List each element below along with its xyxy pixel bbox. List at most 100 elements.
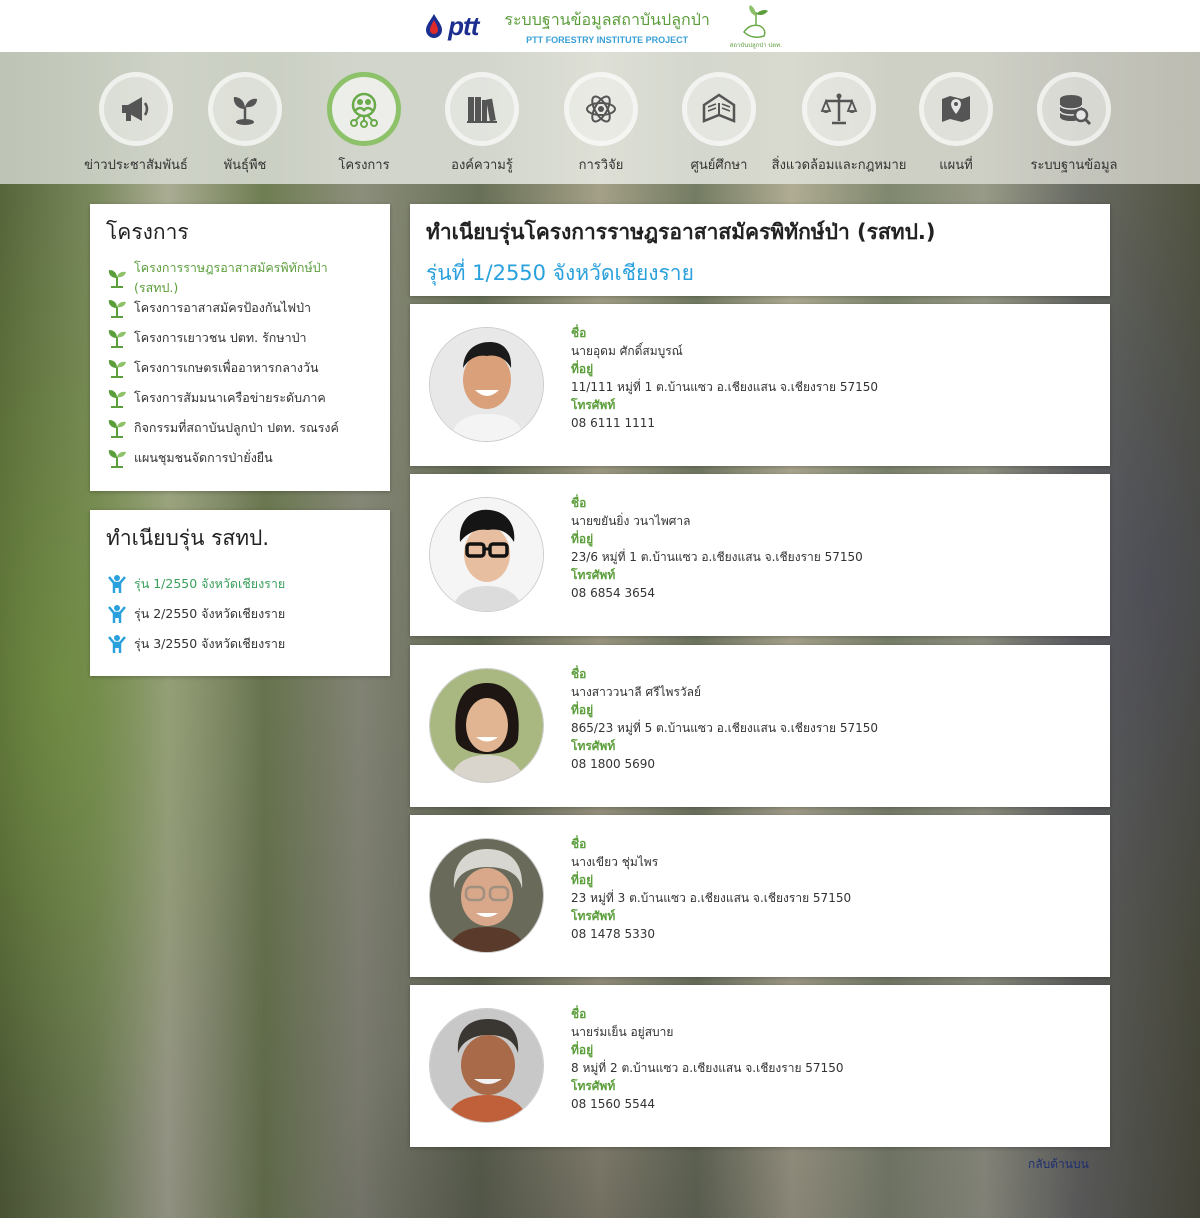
phone-label: โทรศัพท์ (571, 739, 616, 753)
member-photo (429, 838, 544, 953)
nav-label: พันธุ์พืช (223, 158, 267, 173)
sprout-icon (108, 390, 126, 408)
ptt-drop-icon (426, 14, 443, 38)
nav-item-map[interactable]: แผนที่ (891, 72, 1021, 175)
name-label: ชื่อ (571, 837, 587, 851)
member-phone: 08 6854 3654 (571, 586, 655, 600)
member-photo (429, 497, 544, 612)
member-info: ชื่อ นางสาววนาลี ศรีไพรวัลย์ ที่อยู่ 865… (571, 665, 878, 773)
member-card: ชื่อ นายอุดม ศักดิ์สมบูรณ์ ที่อยู่ 11/11… (410, 304, 1110, 466)
books-icon (467, 97, 497, 123)
member-phone: 08 1560 5544 (571, 1097, 655, 1111)
avatar-elderly-woman-icon (430, 839, 543, 952)
generations-panel: ทำเนียบรุ่น รสทป. รุ่น 1/2550 จังหวัดเชี… (90, 510, 390, 676)
sidebar-item-label: โครงการเกษตรเพื่ออาหารกลางวัน (134, 360, 319, 375)
nav-item-projects[interactable]: โครงการ (299, 72, 429, 175)
sidebar-item-project[interactable]: โครงการราษฎรอาสาสมัครพิทักษ์ป่า (รสทป.) (106, 260, 374, 295)
member-address: 8 หมู่ที่ 2 ต.บ้านแซว อ.เชียงแสน จ.เชียง… (571, 1061, 844, 1075)
member-address: 23/6 หมู่ที่ 1 ต.บ้านแซว อ.เชียงแสน จ.เช… (571, 550, 863, 564)
sprout-icon (108, 450, 126, 468)
sidebar-item-label: โครงการเยาวชน ปตท. รักษาป่า (134, 330, 307, 345)
member-name: นายอุดม ศักดิ์สมบูรณ์ (571, 344, 683, 358)
member-info: ชื่อ นายขยันยิ่ง วนาไพศาล ที่อยู่ 23/6 ห… (571, 494, 863, 602)
member-info: ชื่อ นายร่มเย็น อยู่สบาย ที่อยู่ 8 หมู่ท… (571, 1005, 843, 1113)
megaphone-icon (122, 97, 149, 121)
member-name: นายร่มเย็น อยู่สบาย (571, 1025, 674, 1039)
phone-label: โทรศัพท์ (571, 398, 616, 412)
member-photo (429, 327, 544, 442)
sidebar-item-generation[interactable]: รุ่น 2/2550 จังหวัดเชียงราย (106, 599, 374, 629)
sidebar-item-project[interactable]: กิจกรรมที่สถาบันปลูกป่า ปตท. รณรงค์ (106, 413, 374, 443)
name-label: ชื่อ (571, 496, 587, 510)
member-phone: 08 1800 5690 (571, 757, 655, 771)
member-card: ชื่อ นายร่มเย็น อยู่สบาย ที่อยู่ 8 หมู่ท… (410, 985, 1110, 1147)
ptt-wordmark: ptt (448, 10, 479, 41)
sidebar-item-label: รุ่น 3/2550 จังหวัดเชียงราย (134, 636, 286, 651)
sidebar-item-label: รุ่น 2/2550 จังหวัดเชียงราย (134, 606, 286, 621)
member-address: 865/23 หมู่ที่ 5 ต.บ้านแซว อ.เชียงแสน จ.… (571, 721, 879, 735)
member-card: ชื่อ นางเขียว ชุ่มไพร ที่อยู่ 23 หมู่ที่… (410, 815, 1110, 977)
site-title: ระบบฐานข้อมูลสถาบันปลูกป่า PTT FORESTRY … (504, 8, 709, 45)
projects-panel-title: โครงการ (106, 220, 189, 244)
nav-item-plants[interactable]: พันธุ์พืช (180, 72, 310, 175)
member-phone: 08 6111 1111 (571, 416, 655, 430)
member-info: ชื่อ นางเขียว ชุ่มไพร ที่อยู่ 23 หมู่ที่… (571, 835, 851, 943)
sidebar-item-label: โครงการสัมมนาเครือข่ายระดับภาค (134, 390, 326, 405)
page-subtitle: รุ่นที่ 1/2550 จังหวัดเชียงราย (426, 261, 694, 285)
sidebar-item-label: โครงการราษฎรอาสาสมัครพิทักษ์ป่า (รสทป.) (134, 260, 328, 295)
name-label: ชื่อ (571, 326, 587, 340)
person-arms-up-icon (108, 605, 126, 623)
nav-item-database[interactable]: ระบบฐานข้อมูล (1009, 72, 1139, 175)
member-name: นางเขียว ชุ่มไพร (571, 855, 659, 869)
sidebar-item-project[interactable]: โครงการสัมมนาเครือข่ายระดับภาค (106, 383, 374, 413)
nav-label: สิ่งแวดล้อมและกฎหมาย (771, 158, 907, 173)
nav-label: แผนที่ (939, 158, 973, 173)
site-title-thai: ระบบฐานข้อมูลสถาบันปลูกป่า (504, 9, 710, 29)
avatar-young-man-icon (430, 328, 543, 441)
nav-label: ศูนย์ศึกษา (690, 158, 748, 173)
open-book-icon (702, 93, 736, 123)
sidebar-item-label: โครงการอาสาสมัครป้องกันไฟป่า (134, 300, 312, 315)
projects-panel: โครงการ โครงการราษฎรอาสาสมัครพิทักษ์ป่า … (90, 204, 390, 491)
phone-label: โทรศัพท์ (571, 568, 616, 582)
nav-label: การวิจัย (578, 158, 624, 173)
nav-label: องค์ความรู้ (451, 158, 513, 173)
member-card: ชื่อ นายขยันยิ่ง วนาไพศาล ที่อยู่ 23/6 ห… (410, 474, 1110, 636)
sidebar-item-project[interactable]: โครงการเกษตรเพื่ออาหารกลางวัน (106, 353, 374, 383)
main-nav: ข่าวประชาสัมพันธ์ พันธุ์พืช โครงการ องค์… (0, 52, 1200, 184)
sidebar-item-generation[interactable]: รุ่น 3/2550 จังหวัดเชียงราย (106, 629, 374, 659)
sidebar-item-project[interactable]: แผนชุมชนจัดการป่ายั่งยืน (106, 443, 374, 473)
sidebar-item-generation[interactable]: รุ่น 1/2550 จังหวัดเชียงราย (106, 569, 374, 599)
sidebar-item-project[interactable]: โครงการเยาวชน ปตท. รักษาป่า (106, 323, 374, 353)
hand-sprout-icon (742, 5, 768, 38)
sprout-icon (108, 360, 126, 378)
nav-item-research[interactable]: การวิจัย (536, 72, 666, 175)
sprout-icon (108, 330, 126, 348)
phone-label: โทรศัพท์ (571, 1079, 616, 1093)
member-phone: 08 1478 5330 (571, 927, 655, 941)
nav-item-environment-law[interactable]: สิ่งแวดล้อมและกฎหมาย (771, 72, 907, 175)
generations-list: รุ่น 1/2550 จังหวัดเชียงราย รุ่น 2/2550 … (106, 569, 374, 659)
sprout-icon (233, 97, 257, 125)
sprout-icon (108, 300, 126, 318)
nav-item-knowledge[interactable]: องค์ความรู้ (417, 72, 547, 175)
member-photo (429, 668, 544, 783)
nav-item-study-center[interactable]: ศูนย์ศึกษา (654, 72, 784, 175)
sidebar-item-label: กิจกรรมที่สถาบันปลูกป่า ปตท. รณรงค์ (134, 420, 339, 435)
map-icon (942, 96, 970, 122)
sidebar-item-label: แผนชุมชนจัดการป่ายั่งยืน (134, 450, 273, 465)
sprout-icon (108, 420, 126, 438)
back-to-top-link[interactable]: กลับด้านบน (1028, 1155, 1089, 1174)
nav-label: ระบบฐานข้อมูล (1030, 158, 1118, 173)
member-photo (429, 1008, 544, 1123)
nav-label: โครงการ (338, 158, 390, 173)
institute-logo-caption: สถาบันปลูกป่า ปตท. (729, 42, 783, 49)
atom-icon (586, 95, 616, 123)
member-name: นางสาววนาลี ศรีไพรวัลย์ (571, 685, 702, 699)
address-label: ที่อยู่ (571, 873, 594, 887)
ptt-logo[interactable]: ptt (424, 10, 479, 42)
people-network-icon (350, 92, 378, 128)
member-info: ชื่อ นายอุดม ศักดิ์สมบูรณ์ ที่อยู่ 11/11… (571, 324, 878, 432)
site-header: ptt ระบบฐานข้อมูลสถาบันปลูกป่า PTT FORES… (0, 0, 1200, 52)
name-label: ชื่อ (571, 667, 587, 681)
